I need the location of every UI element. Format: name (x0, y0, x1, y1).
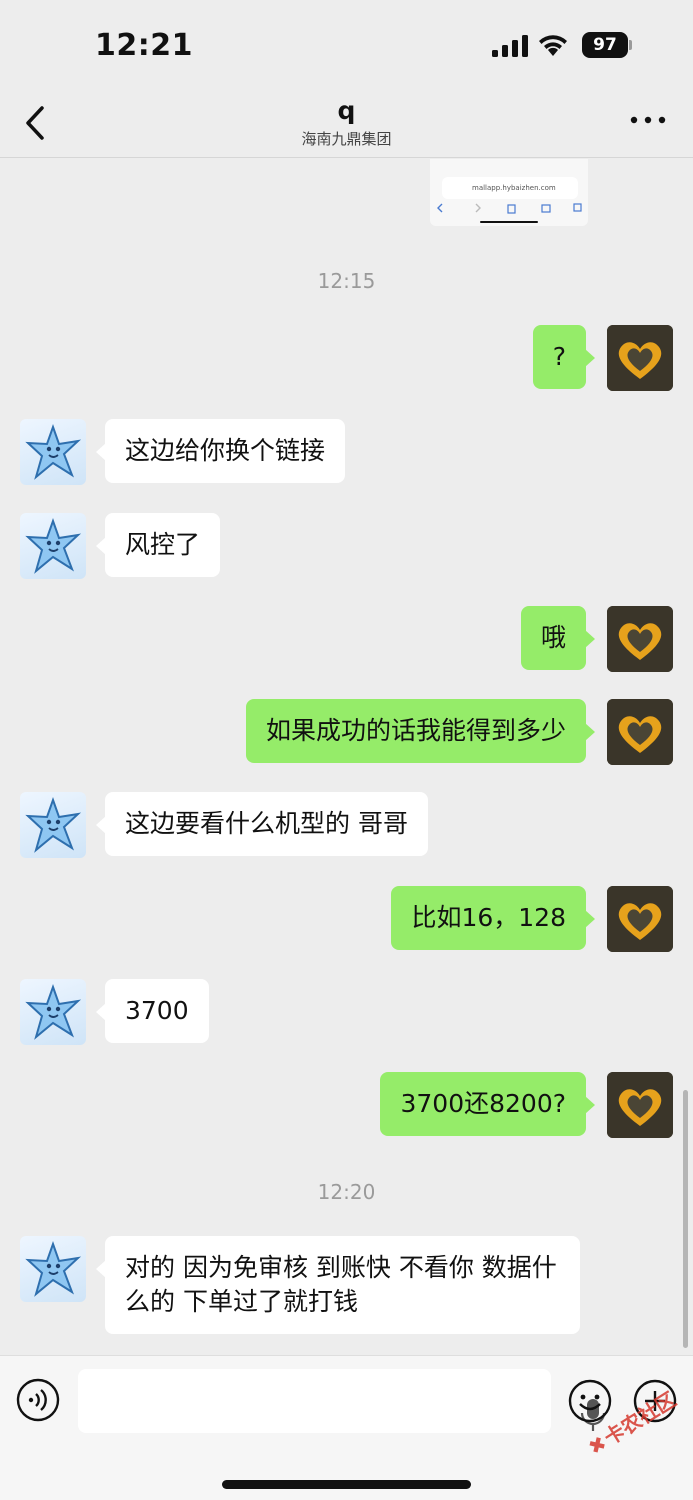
heart-leaves-avatar-icon (607, 325, 673, 391)
screenshot-url: mallapp.hybaizhen.com (442, 177, 578, 199)
voice-icon[interactable] (16, 1378, 60, 1422)
screenshot-image-message[interactable]: mallapp.hybaizhen.com (430, 159, 588, 226)
avatar-contact[interactable] (20, 513, 86, 579)
status-time: 12:21 (95, 28, 193, 63)
message-list[interactable]: mallapp.hybaizhen.com 12:15 ? 这边给你换个链接 风… (0, 159, 693, 1355)
heart-leaves-avatar-icon (607, 886, 673, 952)
star-character-avatar-icon (25, 983, 82, 1040)
home-indicator (222, 1480, 471, 1489)
avatar-contact[interactable] (20, 1236, 86, 1302)
avatar-contact[interactable] (20, 419, 86, 485)
message-bubble-self[interactable]: 哦 (520, 606, 596, 670)
message-bubble-self[interactable]: ? (532, 325, 596, 389)
message-bubble-self[interactable]: 比如16，128 (391, 886, 595, 950)
browser-toolbar-icons (436, 201, 584, 215)
input-bar (0, 1355, 693, 1500)
heart-leaves-avatar-icon (607, 1072, 673, 1138)
message-bubble-contact[interactable]: 风控了 (95, 513, 221, 577)
battery-tip (629, 40, 632, 50)
timestamp: 12:20 (317, 1180, 376, 1204)
scrollbar[interactable] (683, 1090, 688, 1348)
star-character-avatar-icon (25, 1240, 82, 1297)
emoji-icon[interactable] (567, 1378, 613, 1424)
chat-header: q 海南九鼎集团 (0, 90, 693, 158)
avatar-contact[interactable] (20, 792, 86, 858)
star-character-avatar-icon (25, 796, 82, 853)
message-bubble-self[interactable]: 如果成功的话我能得到多少 (245, 699, 596, 763)
avatar-self[interactable] (607, 325, 673, 391)
star-character-avatar-icon (25, 517, 82, 574)
screenshot-home-bar (480, 221, 538, 223)
chat-subtitle: 海南九鼎集团 (301, 130, 392, 148)
status-bar: 12:21 97 (0, 0, 693, 90)
star-character-avatar-icon (25, 423, 82, 480)
avatar-self[interactable] (607, 886, 673, 952)
message-input[interactable] (78, 1369, 606, 1433)
more-dots-icon[interactable] (628, 110, 668, 130)
avatar-self[interactable] (607, 606, 673, 672)
message-bubble-self[interactable]: 3700还8200? (380, 1072, 595, 1136)
chat-title: q (337, 96, 356, 125)
message-bubble-contact[interactable]: 这边要看什么机型的 哥哥 (96, 792, 428, 856)
timestamp: 12:15 (317, 269, 376, 293)
avatar-contact[interactable] (20, 979, 86, 1045)
message-bubble-contact[interactable]: 3700 (96, 979, 209, 1043)
message-bubble-contact[interactable]: 对的 因为免审核 到账快 不看你 数据什么的 下单过了就打钱 (96, 1236, 580, 1334)
heart-leaves-avatar-icon (607, 606, 673, 672)
battery-indicator: 97 (582, 32, 628, 58)
signal-icon (492, 35, 528, 57)
heart-leaves-avatar-icon (607, 699, 673, 765)
avatar-self[interactable] (607, 1072, 673, 1138)
message-bubble-contact[interactable]: 这边给你换个链接 (95, 419, 346, 483)
wifi-icon (539, 35, 567, 56)
avatar-self[interactable] (607, 699, 673, 765)
